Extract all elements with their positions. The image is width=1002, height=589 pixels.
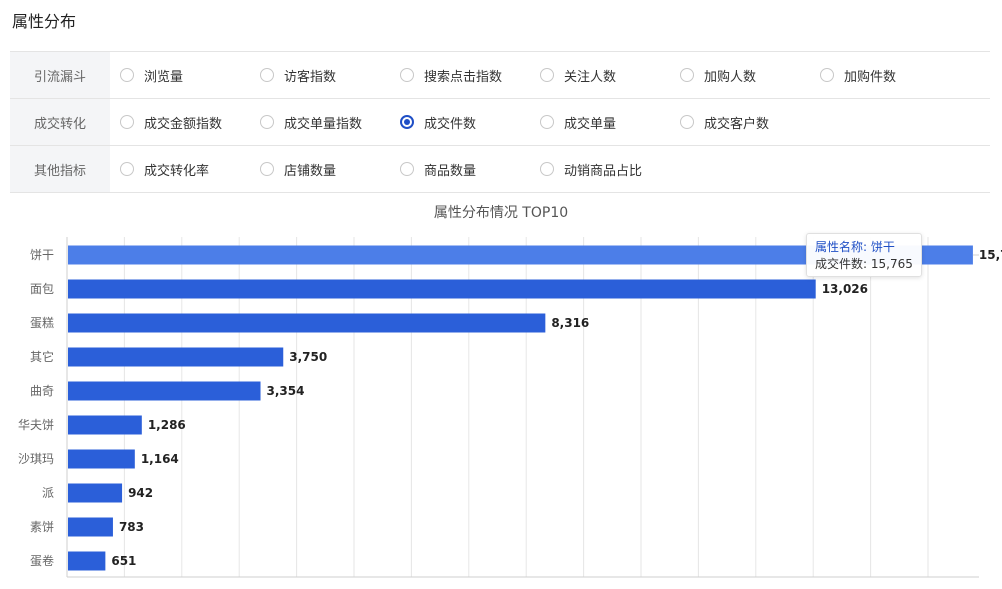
radio-unchecked-icon[interactable] (540, 162, 554, 176)
value-label: 8,316 (551, 316, 589, 330)
category-tick-label: 面包 (30, 282, 54, 296)
radio-option-label: 加购人数 (704, 69, 757, 85)
page-title: 属性分布 (12, 12, 77, 31)
data-bar (68, 551, 106, 571)
data-bar (68, 347, 284, 367)
tooltip-value: 成交件数: 15,765 (815, 257, 913, 271)
metric-radio-option[interactable]: 商品数量 (400, 146, 476, 192)
filter-options: 浏览量 访客指数 搜索点击指数 关注人数 加购人数 加购件数 (110, 52, 990, 98)
value-label: 942 (128, 486, 153, 500)
radio-option-label: 成交单量指数 (284, 116, 363, 132)
radio-unchecked-icon[interactable] (540, 68, 554, 82)
category-tick-label: 素饼 (30, 520, 54, 534)
radio-unchecked-icon[interactable] (680, 115, 694, 129)
filter-row: 成交转化 成交金额指数 成交单量指数 成交件数 成交单量 成交客户数 (10, 99, 990, 146)
metric-radio-option[interactable]: 成交单量指数 (260, 99, 362, 145)
radio-option-label: 成交单量 (564, 116, 617, 132)
radio-option-label: 搜索点击指数 (424, 69, 503, 85)
radio-option-label: 成交客户数 (704, 116, 770, 132)
metric-radio-option[interactable]: 加购件数 (820, 52, 896, 98)
value-label: 3,750 (289, 350, 327, 364)
metric-radio-option[interactable]: 搜索点击指数 (400, 52, 502, 98)
category-tick-label: 派 (42, 486, 54, 500)
value-label: 783 (119, 520, 144, 534)
data-bar (68, 415, 142, 435)
value-label: 3,354 (267, 384, 305, 398)
category-tick-label: 沙琪玛 (18, 452, 54, 466)
radio-option-label: 成交金额指数 (144, 116, 223, 132)
radio-unchecked-icon[interactable] (400, 68, 414, 82)
radio-unchecked-icon[interactable] (120, 68, 134, 82)
radio-unchecked-icon[interactable] (120, 162, 134, 176)
radio-unchecked-icon[interactable] (260, 162, 274, 176)
data-bar (68, 313, 546, 333)
radio-option-label: 动销商品占比 (564, 163, 643, 179)
filter-group-label: 其他指标 (10, 146, 110, 192)
radio-option-label: 加购件数 (844, 69, 897, 85)
metric-radio-option[interactable]: 关注人数 (540, 52, 616, 98)
filter-group-label: 引流漏斗 (10, 52, 110, 98)
radio-option-label: 店铺数量 (284, 163, 337, 179)
data-bar (68, 279, 816, 299)
radio-unchecked-icon[interactable] (400, 162, 414, 176)
radio-option-label: 成交件数 (424, 116, 477, 132)
data-bar (68, 449, 135, 469)
metric-radio-option[interactable]: 成交单量 (540, 99, 616, 145)
radio-option-label: 关注人数 (564, 69, 617, 85)
value-label: 15,765 (979, 248, 1002, 262)
metric-radio-option[interactable]: 加购人数 (680, 52, 756, 98)
filter-group-label: 成交转化 (10, 99, 110, 145)
radio-unchecked-icon[interactable] (820, 68, 834, 82)
metric-radio-option[interactable]: 店铺数量 (260, 146, 336, 192)
category-tick-label: 饼干 (30, 248, 54, 262)
radio-unchecked-icon[interactable] (120, 115, 134, 129)
attribute-distribution-page: 属性分布 引流漏斗 浏览量 访客指数 搜索点击指数 关注人数 加购人数 加购件数 成交转化 成交… (0, 0, 1002, 589)
metric-radio-option[interactable]: 动销商品占比 (540, 146, 642, 192)
category-tick-label: 蛋卷 (30, 553, 54, 568)
category-tick-label: 曲奇 (30, 384, 54, 398)
metric-radio-option[interactable]: 成交件数 (400, 99, 476, 145)
metric-radio-option[interactable]: 成交转化率 (120, 146, 209, 192)
chart-title: 属性分布情况 TOP10 (434, 205, 568, 221)
radio-unchecked-icon[interactable] (680, 68, 694, 82)
filter-options: 成交金额指数 成交单量指数 成交件数 成交单量 成交客户数 (110, 99, 990, 145)
data-bar (68, 517, 113, 537)
value-label: 1,286 (148, 418, 186, 432)
radio-option-label: 浏览量 (144, 69, 184, 85)
radio-option-label: 商品数量 (424, 163, 477, 179)
metric-radio-option[interactable]: 成交客户数 (680, 99, 769, 145)
filter-row: 其他指标 成交转化率 店铺数量 商品数量 动销商品占比 (10, 146, 990, 193)
metric-radio-option[interactable]: 访客指数 (260, 52, 336, 98)
category-tick-label: 其它 (30, 349, 54, 364)
radio-unchecked-icon[interactable] (260, 68, 274, 82)
radio-checked-icon[interactable] (400, 115, 414, 129)
filter-row: 引流漏斗 浏览量 访客指数 搜索点击指数 关注人数 加购人数 加购件数 (10, 52, 990, 99)
value-label: 13,026 (822, 282, 868, 296)
radio-unchecked-icon[interactable] (540, 115, 554, 129)
radio-option-label: 成交转化率 (144, 163, 210, 179)
radio-option-label: 访客指数 (284, 69, 337, 85)
filter-options: 成交转化率 店铺数量 商品数量 动销商品占比 (110, 146, 990, 192)
category-tick-label: 蛋糕 (30, 316, 54, 330)
data-bar (68, 483, 123, 503)
category-tick-label: 华夫饼 (18, 418, 54, 432)
metric-radio-option[interactable]: 浏览量 (120, 52, 183, 98)
chart-tooltip: 属性名称: 饼干 成交件数: 15,765 (806, 233, 922, 277)
metric-radio-option[interactable]: 成交金额指数 (120, 99, 222, 145)
data-bar (68, 381, 261, 401)
tooltip-name: 属性名称: 饼干 (815, 240, 895, 254)
value-label: 1,164 (141, 452, 179, 466)
metric-filter-table: 引流漏斗 浏览量 访客指数 搜索点击指数 关注人数 加购人数 加购件数 成交转化 成交金额指数成… (10, 51, 990, 193)
value-label: 651 (111, 554, 136, 568)
radio-unchecked-icon[interactable] (260, 115, 274, 129)
